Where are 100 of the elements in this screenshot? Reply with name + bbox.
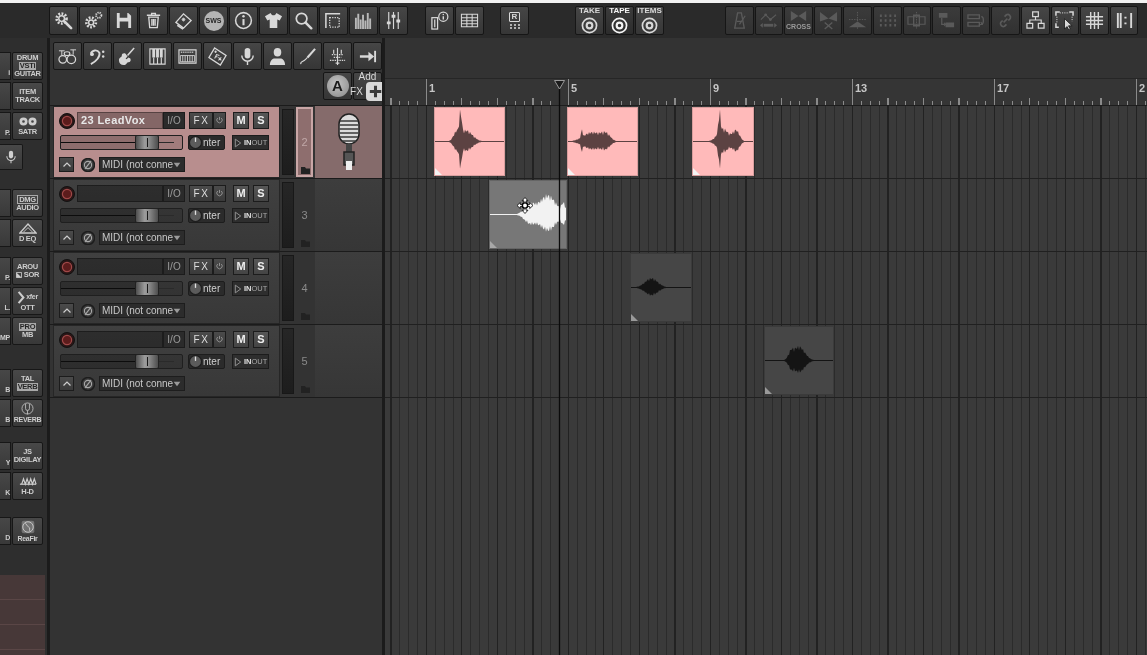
- pan-knob[interactable]: nter: [188, 354, 225, 369]
- fx-bypass-button[interactable]: [213, 112, 226, 129]
- track-name-field[interactable]: 23 LeadVox: [77, 112, 163, 129]
- volume-fader[interactable]: [60, 281, 183, 296]
- level-lines-button[interactable]: [323, 42, 352, 70]
- floppy-disk-button[interactable]: [109, 6, 138, 35]
- grid-button[interactable]: [1080, 6, 1109, 35]
- midi-input-dropdown[interactable]: MIDI (not conne: [99, 157, 185, 172]
- boxes-arrow-button[interactable]: [961, 6, 991, 35]
- volume-fader[interactable]: [60, 208, 183, 223]
- io-button[interactable]: I/O: [163, 185, 185, 202]
- record-arm-icon[interactable]: [59, 331, 75, 348]
- solo-button[interactable]: S: [253, 331, 269, 348]
- slashed-circle-icon[interactable]: [81, 230, 95, 245]
- mode-button[interactable]: ITEMS: [635, 6, 664, 35]
- solo-button[interactable]: S: [253, 112, 269, 129]
- gears-button[interactable]: [79, 6, 108, 35]
- tag-button[interactable]: [203, 42, 232, 70]
- crossfade-scissors-button[interactable]: [813, 6, 843, 35]
- io-button[interactable]: I/O: [163, 258, 185, 275]
- fx-button[interactable]: FX: [189, 112, 213, 129]
- pan-knob[interactable]: nter: [188, 135, 225, 150]
- metronome-button[interactable]: [725, 6, 754, 35]
- fader-thumb[interactable]: [134, 281, 159, 296]
- track-number-panel[interactable]: 5: [296, 326, 313, 396]
- slashed-circle-icon[interactable]: [81, 303, 95, 318]
- mode-button[interactable]: TAKE: [575, 6, 604, 35]
- timeline-ruler[interactable]: 1 5 9 13 17 2: [385, 78, 1147, 105]
- pan-knob[interactable]: nter: [188, 208, 225, 223]
- t-shirt-button[interactable]: [259, 6, 288, 35]
- fader-thumb[interactable]: [134, 135, 159, 150]
- synth-keyboard-button[interactable]: [173, 42, 202, 70]
- dot-grid-button[interactable]: [872, 6, 902, 35]
- sparkle-card-button[interactable]: [169, 6, 198, 35]
- mute-button[interactable]: M: [233, 112, 249, 129]
- drum-kit-button[interactable]: [53, 42, 82, 70]
- volume-fader[interactable]: [60, 135, 183, 150]
- audio-item[interactable]: [489, 180, 567, 249]
- record-arm-icon[interactable]: [59, 112, 75, 129]
- keypad-button[interactable]: R: [500, 6, 529, 35]
- audio-item[interactable]: [567, 107, 638, 176]
- fx-bypass-button[interactable]: [213, 258, 226, 275]
- slashed-circle-icon[interactable]: [81, 376, 95, 391]
- fx-button[interactable]: FX: [189, 258, 213, 275]
- fader-info-button[interactable]: [425, 6, 454, 35]
- marquee-pointer-button[interactable]: [1050, 6, 1080, 35]
- piano-keys-button[interactable]: [143, 42, 172, 70]
- audio-item[interactable]: [692, 107, 754, 176]
- letter-button[interactable]: A: [323, 72, 352, 100]
- dotted-square-button[interactable]: [319, 6, 348, 35]
- spectrogram-button[interactable]: [349, 6, 378, 35]
- record-arm-icon[interactable]: [59, 258, 75, 275]
- tape-reels-icon: [18, 116, 37, 126]
- fx-bypass-button[interactable]: [213, 331, 226, 348]
- mixer-sliders-button[interactable]: [379, 6, 408, 35]
- track-number-panel[interactable]: 3: [296, 180, 313, 250]
- audio-item[interactable]: [434, 107, 505, 176]
- io-button[interactable]: I/O: [163, 331, 185, 348]
- microphone-button[interactable]: [233, 42, 262, 70]
- pan-knob[interactable]: nter: [188, 281, 225, 296]
- split-button[interactable]: [843, 6, 872, 35]
- mute-button[interactable]: M: [233, 258, 249, 275]
- envelope-button[interactable]: [59, 157, 74, 172]
- envelope-button[interactable]: [59, 376, 74, 391]
- fader-thumb[interactable]: [134, 354, 159, 369]
- guitar-button[interactable]: [113, 42, 142, 70]
- volume-fader[interactable]: [60, 354, 183, 369]
- slashed-circle-icon[interactable]: [81, 157, 95, 172]
- midi-input-dropdown[interactable]: MIDI (not conne: [99, 230, 185, 245]
- trash-can-button[interactable]: [139, 6, 168, 35]
- person-button[interactable]: [263, 42, 292, 70]
- midi-input-dropdown[interactable]: MIDI (not conne: [99, 376, 185, 391]
- gear-wrench-button[interactable]: [49, 6, 78, 35]
- solo-button[interactable]: S: [253, 258, 269, 275]
- hierarchy-button[interactable]: [1020, 6, 1050, 35]
- midi-input-dropdown[interactable]: MIDI (not conne: [99, 303, 185, 318]
- fx-bypass-button[interactable]: [213, 185, 226, 202]
- cable-button[interactable]: [293, 42, 322, 70]
- track-number-panel[interactable]: 4: [296, 253, 313, 323]
- fx-button[interactable]: FX: [189, 331, 213, 348]
- stacked-boxes-arrow-button[interactable]: [932, 6, 961, 35]
- solo-button[interactable]: S: [253, 185, 269, 202]
- mute-button[interactable]: M: [233, 185, 249, 202]
- fx-button[interactable]: FX: [189, 185, 213, 202]
- mode-button[interactable]: TAPE: [605, 6, 634, 35]
- envelope-button[interactable]: [59, 303, 74, 318]
- centered-boxes-button[interactable]: [902, 6, 932, 35]
- search-button[interactable]: [289, 6, 318, 35]
- fader-thumb[interactable]: [134, 208, 159, 223]
- record-arm-icon[interactable]: [59, 185, 75, 202]
- envelope-nodes-button[interactable]: [754, 6, 784, 35]
- envelope-button[interactable]: [59, 230, 74, 245]
- io-button[interactable]: I/O: [163, 112, 185, 129]
- bass-clef-button[interactable]: [83, 42, 112, 70]
- arrow-to-bar-button[interactable]: [353, 42, 382, 70]
- table-grid-button[interactable]: [455, 6, 484, 35]
- info-button[interactable]: [229, 6, 258, 35]
- mute-button[interactable]: M: [233, 331, 249, 348]
- bar-lines-button[interactable]: [1109, 6, 1139, 35]
- microphone-button[interactable]: [0, 144, 23, 170]
